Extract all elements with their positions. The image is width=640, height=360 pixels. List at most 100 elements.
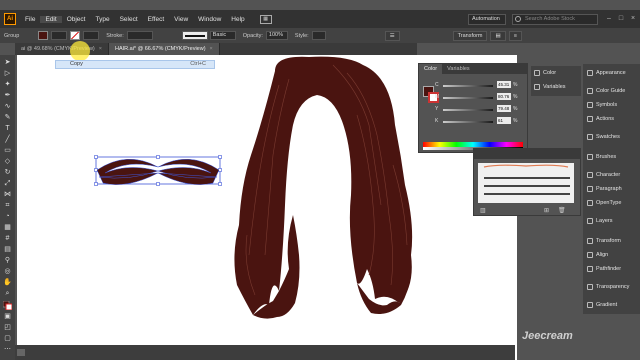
dock-layers[interactable]: Layers <box>586 216 613 226</box>
dock-gradient[interactable]: Gradient <box>586 300 617 310</box>
tab-color[interactable]: Color <box>419 64 443 74</box>
opacity-field[interactable]: 100% <box>265 31 288 40</box>
transform-button[interactable]: Transform <box>452 30 488 41</box>
tab-variables[interactable]: Variables <box>442 64 475 74</box>
stock-search-input[interactable]: Search Adobe Stock <box>512 13 598 25</box>
close-tab-icon[interactable]: × <box>99 46 102 52</box>
menu-help[interactable]: Help <box>226 16 249 23</box>
width-tool-icon[interactable]: ⋈ <box>3 191 12 199</box>
stroke-dropdown[interactable] <box>83 31 100 40</box>
magenta-value[interactable]: 80.76 <box>497 93 511 100</box>
swatches-icon <box>587 134 593 140</box>
free-transform-icon[interactable]: ⌗ <box>3 202 12 210</box>
menu-select[interactable]: Select <box>115 16 143 23</box>
zoom-tool-icon[interactable]: ⌕ <box>3 290 12 298</box>
dock-pathfinder[interactable]: Pathfinder <box>586 264 621 274</box>
arrange-icon[interactable]: ▤ <box>490 30 506 41</box>
menu-edit[interactable]: Edit <box>40 15 62 23</box>
close-icon[interactable]: × <box>628 14 638 24</box>
line-tool-icon[interactable]: ╱ <box>3 136 12 144</box>
eyedropper-icon[interactable]: ⚲ <box>3 257 12 265</box>
curvature-tool-icon[interactable]: ∿ <box>3 103 12 111</box>
color-mode-icon[interactable]: ▣ <box>3 313 12 321</box>
workspace-switcher[interactable]: Automation <box>468 13 506 25</box>
shape-builder-icon[interactable]: ◔ <box>3 213 12 221</box>
brush-stroke-1[interactable] <box>484 177 570 179</box>
fill-swatch[interactable] <box>38 31 49 40</box>
rotate-tool-icon[interactable]: ↻ <box>3 169 12 177</box>
hair-brush-preview[interactable] <box>478 163 574 175</box>
dock-character[interactable]: Character <box>586 170 620 180</box>
dock-paragraph[interactable]: Paragraph <box>586 184 622 194</box>
align-icon[interactable]: ☰ <box>384 30 400 41</box>
dock-brushes[interactable]: Brushes <box>586 152 616 162</box>
rectangle-tool-icon[interactable]: ▭ <box>3 147 12 155</box>
edit-toolbar-icon[interactable]: ⋯ <box>3 346 12 354</box>
hand-tool-icon[interactable]: ✋ <box>3 279 12 287</box>
dock-transparency[interactable]: Transparency <box>586 282 629 292</box>
brush-definition-dropdown[interactable]: Basic <box>209 31 236 40</box>
horizontal-scrollbar[interactable] <box>15 345 515 360</box>
type-tool-icon[interactable]: T <box>3 125 12 133</box>
tab-document-1[interactable]: ai @ 49.68% (CMYK/Preview) × <box>15 43 109 55</box>
menu-icon[interactable]: ≡ <box>508 30 522 41</box>
cyan-slider[interactable]: C 45.31% <box>431 81 521 90</box>
minimize-icon[interactable]: – <box>604 14 614 24</box>
menu-type[interactable]: Type <box>90 16 114 23</box>
delete-brush-icon[interactable]: 🗑 <box>558 207 566 214</box>
direct-selection-tool-icon[interactable]: ▷ <box>3 70 12 78</box>
draw-mode-icon[interactable]: ◰ <box>3 324 12 332</box>
brush-library-icon[interactable]: ▥ <box>480 207 486 214</box>
dock-transform[interactable]: Transform <box>586 236 621 246</box>
gradient-tool-icon[interactable]: ▤ <box>3 246 12 254</box>
selection-tool-icon[interactable]: ➤ <box>3 59 12 67</box>
hair-illustration[interactable] <box>234 56 413 319</box>
dock-symbols[interactable]: Symbols <box>586 100 617 110</box>
menu-effect[interactable]: Effect <box>143 16 170 23</box>
dock-opentype[interactable]: OpenType <box>586 198 621 208</box>
menu-file[interactable]: File <box>20 16 40 23</box>
dock-appearance[interactable]: Appearance <box>586 68 626 78</box>
stroke-weight-field[interactable] <box>126 31 153 40</box>
black-slider[interactable]: K 61% <box>431 117 521 126</box>
cyan-value[interactable]: 45.31 <box>497 81 511 88</box>
magic-wand-icon[interactable]: ✦ <box>3 81 12 89</box>
selected-brush-stroke[interactable] <box>94 155 222 186</box>
eraser-tool-icon[interactable]: ◇ <box>3 158 12 166</box>
close-tab-icon[interactable]: × <box>210 46 213 52</box>
tab-hair-document[interactable]: HAIR.ai* @ 66.67% (CMYK/Preview) × <box>108 43 220 55</box>
dock-variables[interactable]: Variables <box>533 82 566 92</box>
variable-width-profile[interactable] <box>181 31 208 40</box>
yellow-slider[interactable]: Y 79.48% <box>431 105 521 114</box>
perspective-grid-icon[interactable]: ▦ <box>3 224 12 232</box>
menu-window[interactable]: Window <box>193 16 226 23</box>
menu-view[interactable]: View <box>169 16 193 23</box>
yellow-value[interactable]: 79.48 <box>497 105 511 112</box>
brush-stroke-3[interactable] <box>484 193 570 195</box>
bridge-icon[interactable]: ▦ <box>259 14 272 24</box>
dock-actions[interactable]: Actions <box>586 114 614 124</box>
new-brush-icon[interactable]: ⊞ <box>544 207 549 214</box>
mesh-tool-icon[interactable]: # <box>3 235 12 243</box>
edit-menu-copy-item[interactable]: Copy Ctrl+C <box>55 60 215 69</box>
fill-stroke-icon[interactable] <box>3 301 12 310</box>
screen-mode-icon[interactable]: ▢ <box>3 335 12 343</box>
dock-color[interactable]: Color <box>533 68 556 78</box>
black-value[interactable]: 61 <box>497 117 511 124</box>
brush-tool-icon[interactable]: ✎ <box>3 114 12 122</box>
brush-list[interactable] <box>478 163 574 203</box>
maximize-icon[interactable]: □ <box>616 14 626 24</box>
canvas[interactable] <box>15 55 531 360</box>
scale-tool-icon[interactable]: ⤢ <box>3 180 12 188</box>
dock-swatches[interactable]: Swatches <box>586 132 620 142</box>
brush-stroke-2[interactable] <box>484 185 570 187</box>
graphic-style-dropdown[interactable] <box>311 31 326 40</box>
dock-color-guide[interactable]: Color Guide <box>586 86 625 96</box>
menu-object[interactable]: Object <box>62 16 91 23</box>
magenta-slider[interactable]: M 80.76% <box>431 93 521 102</box>
dock-align[interactable]: Align <box>586 250 608 260</box>
blend-tool-icon[interactable]: ◎ <box>3 268 12 276</box>
pen-tool-icon[interactable]: ✒ <box>3 92 12 100</box>
fill-dropdown[interactable] <box>51 31 68 40</box>
stroke-swatch[interactable] <box>70 31 81 40</box>
